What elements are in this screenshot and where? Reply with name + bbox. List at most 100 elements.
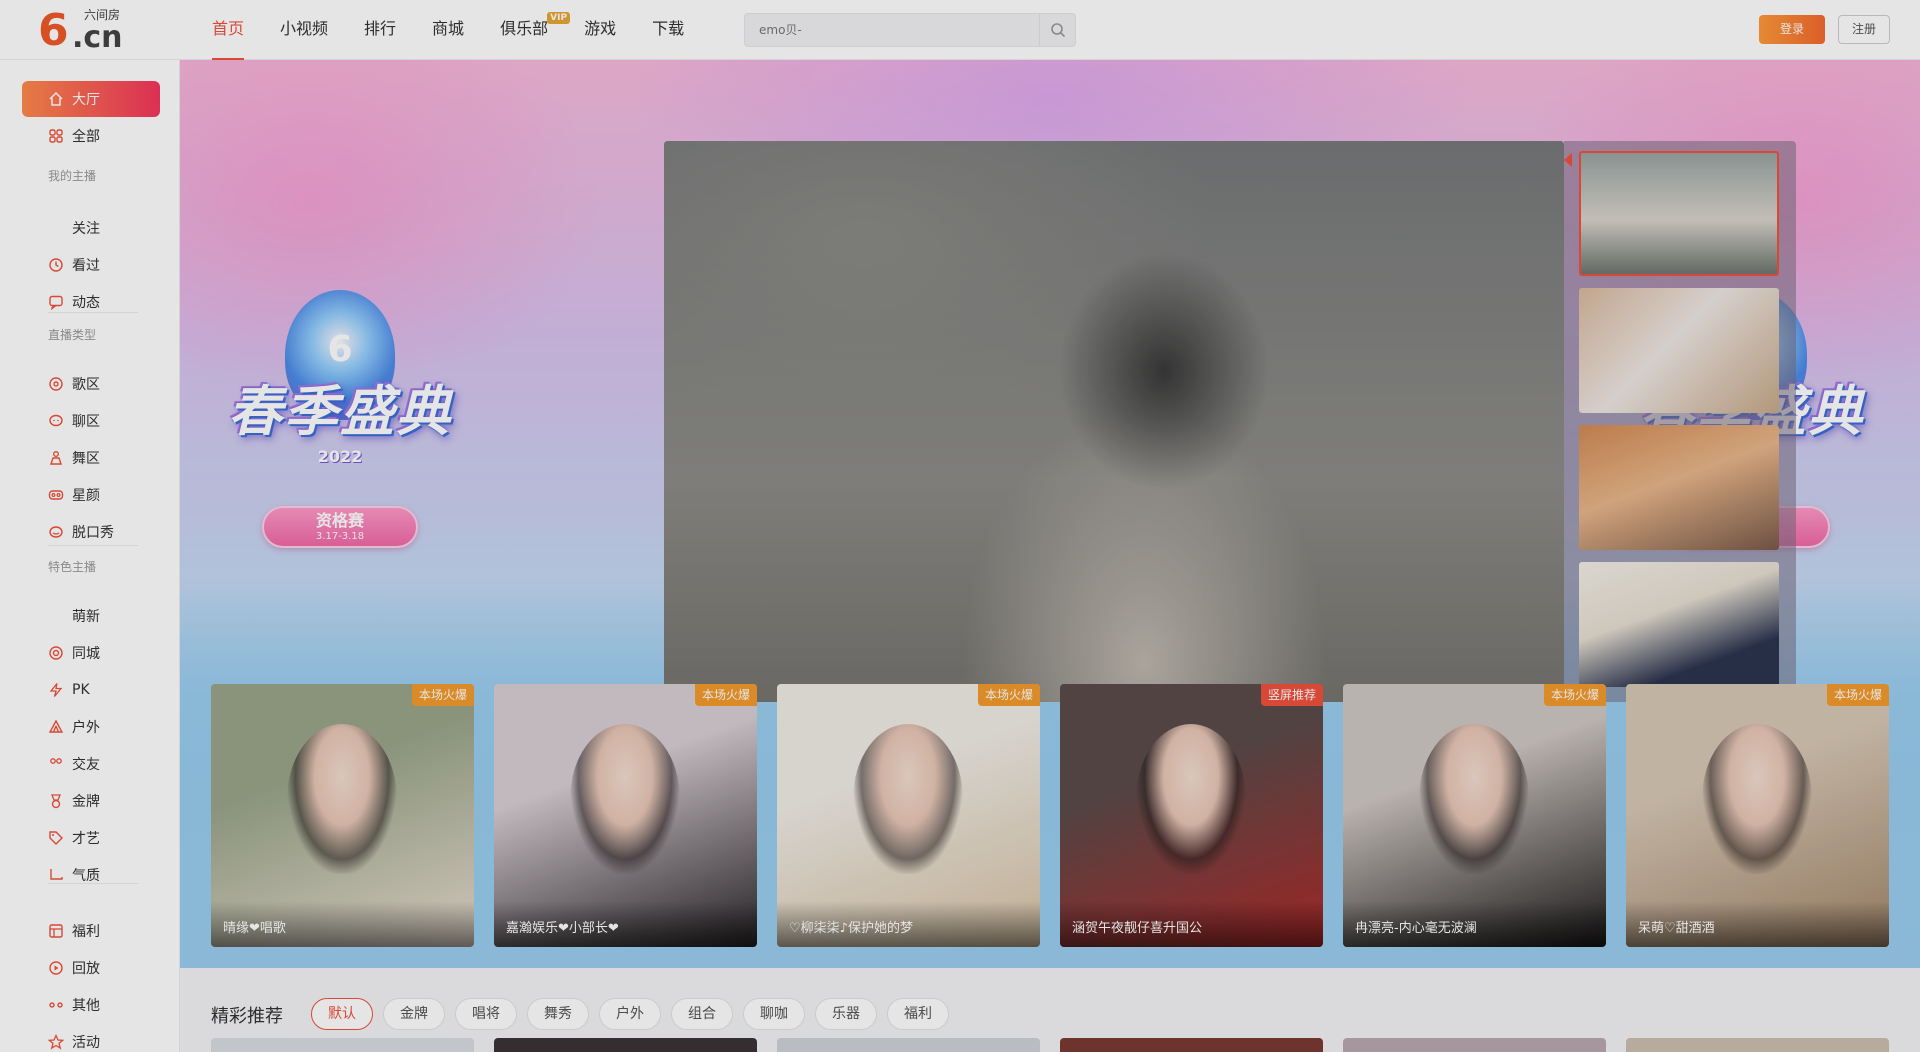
register-button[interactable]: 注册 [1838, 15, 1890, 44]
anchor-photo [1702, 724, 1812, 874]
sidebar-item[interactable]: 福利 [22, 913, 160, 949]
live-video-player[interactable] [664, 141, 1564, 702]
nav-mall[interactable]: 商城 [420, 0, 476, 60]
sidebar-item[interactable]: 全部 [22, 118, 160, 154]
sidebar-item[interactable]: 聊区 [22, 403, 160, 439]
sidebar-item[interactable]: 金牌 [22, 783, 160, 819]
sidebar-item[interactable]: 活动 [22, 1024, 160, 1052]
replay-icon [48, 960, 64, 976]
sidebar-item[interactable]: 关注 [22, 210, 160, 246]
sidebar-item[interactable]: 大厅 [22, 81, 160, 117]
dots-icon [48, 997, 64, 1013]
festival-year: 2022 [317, 447, 363, 466]
anchor-photo [853, 724, 963, 874]
recommend-thumbnail[interactable] [211, 1038, 474, 1052]
anchor-card[interactable]: 竖屏推荐 涵贺午夜靓仔喜升国公 [1060, 684, 1323, 947]
sidebar-item[interactable]: 歌区 [22, 366, 160, 402]
recommend-thumbnail[interactable] [1626, 1038, 1889, 1052]
card-anchor-name: 冉漂亮-内心毫无波澜 [1343, 901, 1606, 947]
sidebar-item[interactable]: 看过 [22, 247, 160, 283]
site-logo[interactable]: 6 .cn 六间房 [38, 8, 138, 54]
logo-mark: 6 [38, 5, 69, 56]
recommend-tab[interactable]: 舞秀 [527, 998, 589, 1030]
featured-thumbnail[interactable] [1579, 562, 1779, 687]
search-input[interactable] [745, 14, 1039, 46]
featured-thumbnail[interactable] [1579, 288, 1779, 413]
recommend-tab[interactable]: 金牌 [383, 998, 445, 1030]
sidebar: 大厅 全部 关注 看过 动态 歌区 聊区 舞区 星颜 脱口秀 萌新 同城 PK 户外 交友 金牌 才艺 气质 福利回… [0, 60, 180, 1052]
sidebar-item-label: 同城 [72, 646, 100, 662]
recommend-thumbnail[interactable] [1060, 1038, 1323, 1052]
nav-short-video[interactable]: 小视频 [268, 0, 340, 60]
sidebar-item[interactable]: 才艺 [22, 820, 160, 856]
recommend-thumbnail[interactable] [777, 1038, 1040, 1052]
lightning-icon [48, 682, 64, 698]
anchor-card[interactable]: 本场火爆 呆萌♡甜酒酒 [1626, 684, 1889, 947]
festival-title: 春季盛典 [228, 380, 452, 443]
recommend-tab[interactable]: 福利 [887, 998, 949, 1030]
recommend-title: 精彩推荐 [211, 1006, 283, 1027]
sidebar-item-label: 回放 [72, 961, 100, 977]
sidebar-item[interactable]: 交友 [22, 746, 160, 782]
recommend-tab[interactable]: 聊咖 [743, 998, 805, 1030]
recommend-thumbnail[interactable] [1343, 1038, 1606, 1052]
recommend-thumbnail[interactable] [494, 1038, 757, 1052]
featured-thumbnail[interactable] [1579, 425, 1779, 550]
main-nav: 首页 小视频 排行 商城 俱乐部 VIP 游戏 下载 [200, 0, 708, 60]
sidebar-item[interactable]: PK [22, 672, 160, 708]
nav-download[interactable]: 下载 [640, 0, 696, 60]
mic-icon [48, 524, 64, 540]
vip-badge: VIP [547, 12, 571, 24]
recommend-tab[interactable]: 乐器 [815, 998, 877, 1030]
sidebar-item[interactable]: 萌新 [22, 598, 160, 634]
sidebar-item[interactable]: 同城 [22, 635, 160, 671]
star-icon [48, 1034, 64, 1050]
sidebar-item[interactable]: 回放 [22, 950, 160, 986]
card-tag: 本场火爆 [1826, 684, 1889, 706]
logo-domain: .cn [72, 20, 123, 55]
logo-name: 六间房 [84, 8, 121, 22]
anchor-photo [1136, 724, 1246, 874]
sidebar-item-label: 关注 [72, 221, 100, 237]
tag-icon [48, 830, 64, 846]
location-icon [48, 645, 64, 661]
medal-icon [48, 793, 64, 809]
card-anchor-name: 嘉瀚娱乐❤小部长❤ [494, 901, 757, 947]
recommend-tab[interactable]: 默认 [311, 998, 373, 1030]
people-icon [48, 756, 64, 772]
nav-home[interactable]: 首页 [200, 0, 256, 60]
login-button[interactable]: 登录 [1759, 15, 1825, 44]
sidebar-item-label: 活动 [72, 1035, 100, 1051]
recommend-tab[interactable]: 户外 [599, 998, 661, 1030]
anchor-card[interactable]: 本场火爆 ♡柳柒柒♪保护她的梦 [777, 684, 1040, 947]
festival-badge-left[interactable]: 6 春季盛典 2022 资格赛 3.17-3.18 [206, 290, 474, 580]
search-button[interactable] [1039, 14, 1075, 46]
sidebar-item[interactable]: 动态 [22, 284, 160, 320]
recommend-tab[interactable]: 组合 [671, 998, 733, 1030]
nav-ranking[interactable]: 排行 [352, 0, 408, 60]
hero-banner: 6 春季盛典 2022 资格赛 3.17-3.18 6 春季盛典 2022 资格… [180, 60, 1920, 968]
search-box [744, 13, 1076, 47]
top-header: 6 .cn 六间房 首页 小视频 排行 商城 俱乐部VIP 游戏 下载 登录 注… [0, 0, 1920, 60]
heart-icon [48, 220, 64, 236]
nav-games[interactable]: 游戏 [572, 0, 628, 60]
featured-thumbnail[interactable] [1579, 151, 1779, 276]
gift-icon [48, 923, 64, 939]
sidebar-item[interactable]: 户外 [22, 709, 160, 745]
sidebar-item[interactable]: 气质 [22, 857, 160, 893]
anchor-card[interactable]: 本场火爆 晴缘❤唱歌 [211, 684, 474, 947]
sidebar-item[interactable]: 其他 [22, 987, 160, 1023]
home-icon [48, 91, 64, 107]
recommend-tab[interactable]: 唱将 [455, 998, 517, 1030]
sidebar-item-label: 看过 [72, 258, 100, 274]
card-tag: 本场火爆 [977, 684, 1040, 706]
sidebar-item-label: 全部 [72, 129, 100, 145]
sidebar-item-label: PK [72, 682, 90, 698]
sidebar-item[interactable]: 舞区 [22, 440, 160, 476]
sidebar-item-label: 动态 [72, 295, 100, 311]
nav-club[interactable]: 俱乐部 VIP [488, 0, 571, 60]
sidebar-item[interactable]: 星颜 [22, 477, 160, 513]
anchor-card[interactable]: 本场火爆 嘉瀚娱乐❤小部长❤ [494, 684, 757, 947]
sidebar-item-label: 星颜 [72, 488, 100, 504]
anchor-card[interactable]: 本场火爆 冉漂亮-内心毫无波澜 [1343, 684, 1606, 947]
